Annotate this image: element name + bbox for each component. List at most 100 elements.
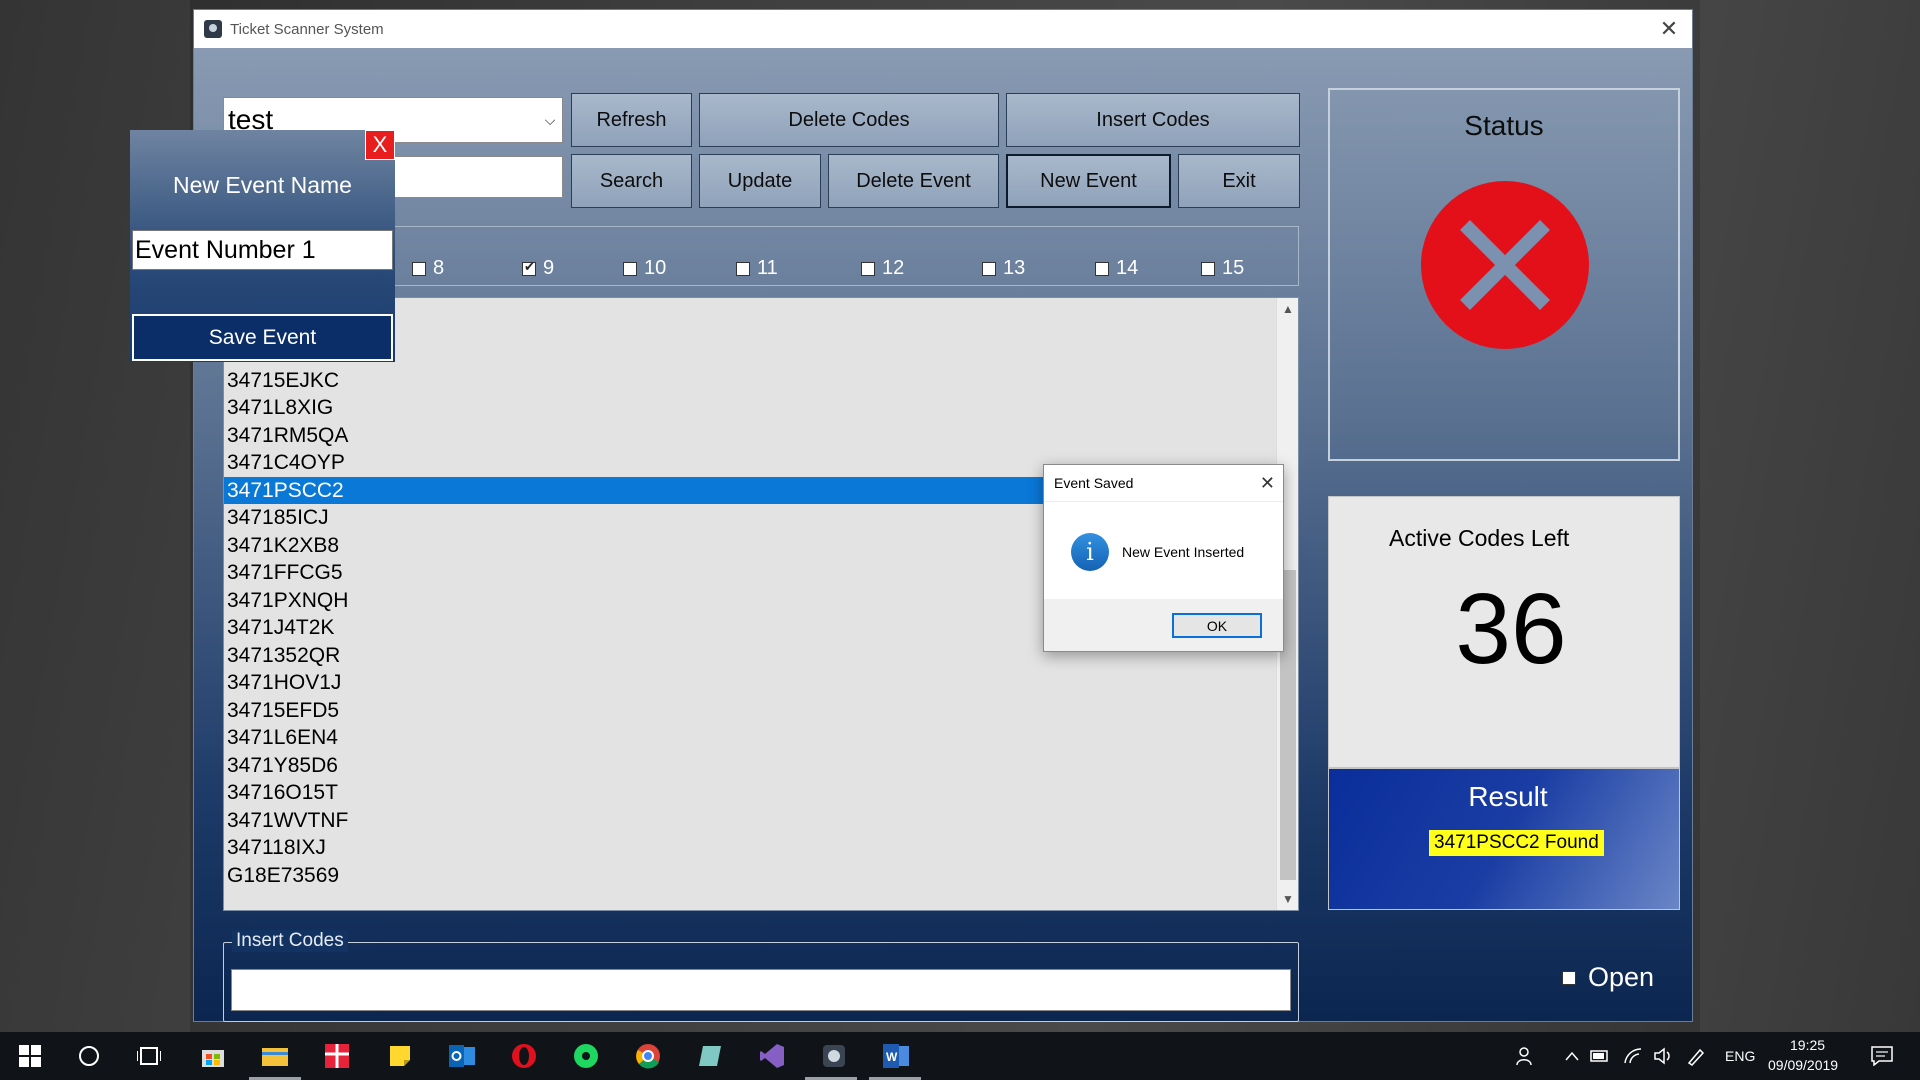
svg-text:W: W: [886, 1050, 898, 1064]
list-item[interactable]: 3471WVTNF: [224, 807, 1277, 834]
search-circle-icon[interactable]: [73, 1040, 105, 1072]
window-close-button[interactable]: ✕: [1646, 10, 1692, 48]
people-icon[interactable]: [1510, 1040, 1542, 1072]
taskbar: W ENG 19:25 09/09/2019: [0, 1032, 1920, 1080]
volume-icon[interactable]: [1647, 1040, 1679, 1072]
clock-date[interactable]: 09/09/2019: [1768, 1057, 1838, 1073]
desktop-background-right: [1700, 0, 1920, 1032]
checkbox-box[interactable]: [412, 261, 426, 276]
checkbox-box[interactable]: [522, 259, 536, 276]
windows-start-icon[interactable]: [14, 1040, 46, 1072]
checkbox-box[interactable]: [736, 261, 750, 276]
status-panel: Status: [1328, 88, 1680, 461]
close-icon[interactable]: ✕: [1260, 473, 1275, 494]
list-item[interactable]: 347118IXJ: [224, 834, 1277, 861]
window-title: Ticket Scanner System: [230, 20, 384, 38]
app-icon: [204, 20, 222, 38]
list-item[interactable]: 3471L6EN4: [224, 724, 1277, 751]
visual-studio-icon[interactable]: [756, 1040, 788, 1072]
checkbox-label: 15: [1222, 257, 1245, 279]
chevron-down-icon[interactable]: ⌵: [538, 112, 562, 129]
refresh-button[interactable]: Refresh: [571, 93, 692, 147]
checkbox-12[interactable]: 12: [861, 257, 904, 280]
insert-codes-group: Insert Codes: [223, 930, 1299, 1022]
chrome-icon[interactable]: [632, 1040, 664, 1072]
info-icon: i: [1071, 533, 1109, 571]
open-checkbox[interactable]: Open: [1562, 962, 1654, 993]
wifi-icon[interactable]: [1617, 1040, 1649, 1072]
checkbox-box[interactable]: [982, 261, 996, 276]
battery-icon[interactable]: [1584, 1040, 1616, 1072]
list-item[interactable]: 34716O15T: [224, 779, 1277, 806]
checkbox-label: 9: [543, 257, 555, 279]
list-item[interactable]: 34715EJKC: [224, 367, 1277, 394]
checkbox-label: 14: [1116, 257, 1139, 279]
result-title: Result: [1468, 781, 1548, 812]
checkbox-label: 8: [433, 257, 445, 279]
error-x-icon: [1421, 181, 1589, 349]
list-item[interactable]: 3471L8XIG: [224, 394, 1277, 421]
checkbox-box[interactable]: [1201, 261, 1215, 276]
notification-icon[interactable]: [1866, 1040, 1898, 1072]
list-item[interactable]: 3471HOV1J: [224, 669, 1277, 696]
insert-codes-input[interactable]: [231, 969, 1291, 1011]
search-button[interactable]: Search: [571, 154, 692, 208]
title-bar[interactable]: Ticket Scanner System ✕: [194, 10, 1692, 48]
notes-app-icon[interactable]: [694, 1040, 726, 1072]
dialog-title[interactable]: Event Saved ✕: [1044, 465, 1283, 502]
insert-codes-legend: Insert Codes: [232, 930, 348, 952]
outlook-icon[interactable]: [446, 1040, 478, 1072]
event-name-input[interactable]: Event Number 1: [132, 230, 393, 270]
list-item[interactable]: G18E73569: [224, 862, 1277, 889]
popup-close-button[interactable]: X: [365, 130, 395, 160]
checkbox-9[interactable]: 9: [522, 257, 554, 280]
store-icon[interactable]: [197, 1040, 229, 1072]
checkbox-11[interactable]: 11: [736, 257, 778, 280]
insert-codes-button[interactable]: Insert Codes: [1006, 93, 1300, 147]
list-item[interactable]: 3471RM5QA: [224, 422, 1277, 449]
checkbox-14[interactable]: 14: [1095, 257, 1138, 280]
delete-codes-button[interactable]: Delete Codes: [699, 93, 999, 147]
popup-title: New Event Name: [173, 172, 352, 198]
dialog-footer: OK: [1044, 599, 1283, 651]
ticket-scanner-app-icon[interactable]: [818, 1040, 850, 1072]
active-codes-title: Active Codes Left: [1389, 525, 1570, 551]
checkbox-box[interactable]: [1562, 970, 1576, 985]
result-message: 3471PSCC2 Found: [1429, 830, 1604, 856]
pen-icon[interactable]: [1680, 1040, 1712, 1072]
checkbox-box[interactable]: [1095, 261, 1109, 276]
checkbox-box[interactable]: [623, 261, 637, 276]
delete-event-button[interactable]: Delete Event: [828, 154, 999, 208]
list-item[interactable]: 3471Y85D6: [224, 752, 1277, 779]
list-item[interactable]: 34715EFD5: [224, 697, 1277, 724]
dialog-message: New Event Inserted: [1122, 544, 1245, 560]
sticky-notes-icon[interactable]: [384, 1040, 416, 1072]
spotify-icon[interactable]: [570, 1040, 602, 1072]
file-explorer-icon[interactable]: [259, 1040, 291, 1072]
update-button[interactable]: Update: [699, 154, 821, 208]
scroll-up-icon[interactable]: ▲: [1277, 298, 1298, 320]
opera-icon[interactable]: [508, 1040, 540, 1072]
ok-button[interactable]: OK: [1172, 613, 1262, 638]
clock-time[interactable]: 19:25: [1790, 1037, 1825, 1053]
main-window: Ticket Scanner System ✕ test ⌵ Refresh D…: [193, 9, 1693, 1022]
save-event-button[interactable]: Save Event: [132, 314, 393, 361]
task-view-icon[interactable]: [133, 1040, 165, 1072]
gift-app-icon[interactable]: [321, 1040, 353, 1072]
checkbox-label: 13: [1003, 257, 1026, 279]
scroll-down-icon[interactable]: ▼: [1277, 888, 1298, 910]
active-codes-count: 36: [1455, 573, 1567, 685]
word-icon[interactable]: W: [880, 1040, 912, 1072]
dialog-title-text: Event Saved: [1054, 475, 1134, 491]
status-title: Status: [1464, 110, 1544, 141]
language-indicator[interactable]: ENG: [1725, 1048, 1755, 1064]
checkbox-10[interactable]: 10: [623, 257, 666, 280]
checkbox-13[interactable]: 13: [982, 257, 1025, 280]
checkbox-label: 12: [882, 257, 905, 279]
exit-button[interactable]: Exit: [1178, 154, 1300, 208]
new-event-button[interactable]: New Event: [1006, 154, 1171, 208]
checkbox-8[interactable]: 8: [412, 257, 444, 280]
event-saved-dialog: Event Saved ✕ i New Event Inserted OK: [1043, 464, 1284, 652]
checkbox-15[interactable]: 15: [1201, 257, 1244, 280]
checkbox-box[interactable]: [861, 261, 875, 276]
